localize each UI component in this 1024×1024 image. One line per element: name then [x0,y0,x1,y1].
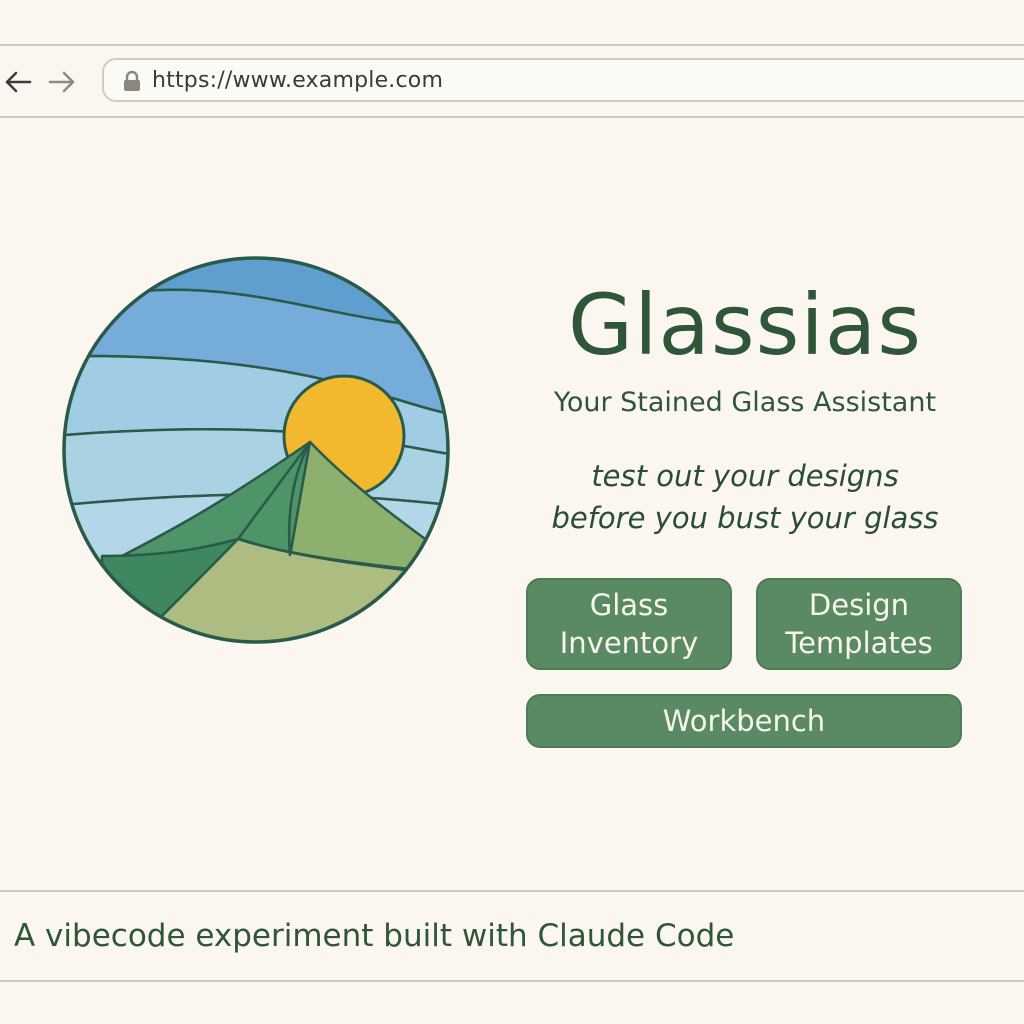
forward-button[interactable] [46,66,78,98]
tagline-line-1: test out your designs [591,459,899,493]
workbench-label: Workbench [662,704,826,738]
glass-inventory-label-2: Inventory [559,626,699,660]
design-templates-label-1: Design [808,588,910,622]
browser-toolbar: https://www.example.com [0,44,1024,118]
app-subtitle: Your Stained Glass Assistant [553,387,937,418]
address-bar[interactable]: https://www.example.com [102,58,1024,102]
footer-text: A vibecode experiment built with Claude … [14,918,735,954]
design-templates-label-2: Templates [785,626,933,660]
workbench-button[interactable]: Workbench [526,694,962,748]
glass-inventory-label-1: Glass [589,588,669,622]
tagline-line-2: before you bust your glass [551,501,939,535]
footer: A vibecode experiment built with Claude … [0,890,1024,982]
url-text[interactable]: https://www.example.com [152,68,443,93]
arrow-left-icon [5,71,32,93]
design-templates-button[interactable]: Design Templates [756,578,962,670]
tagline: test out your designs before you bust yo… [500,455,990,539]
arrow-right-icon [48,71,75,93]
stained-glass-logo [62,256,450,644]
app-title: Glassias [567,276,922,374]
glass-inventory-button[interactable]: Glass Inventory [526,578,732,670]
lock-icon [124,70,140,91]
back-button[interactable] [2,66,34,98]
